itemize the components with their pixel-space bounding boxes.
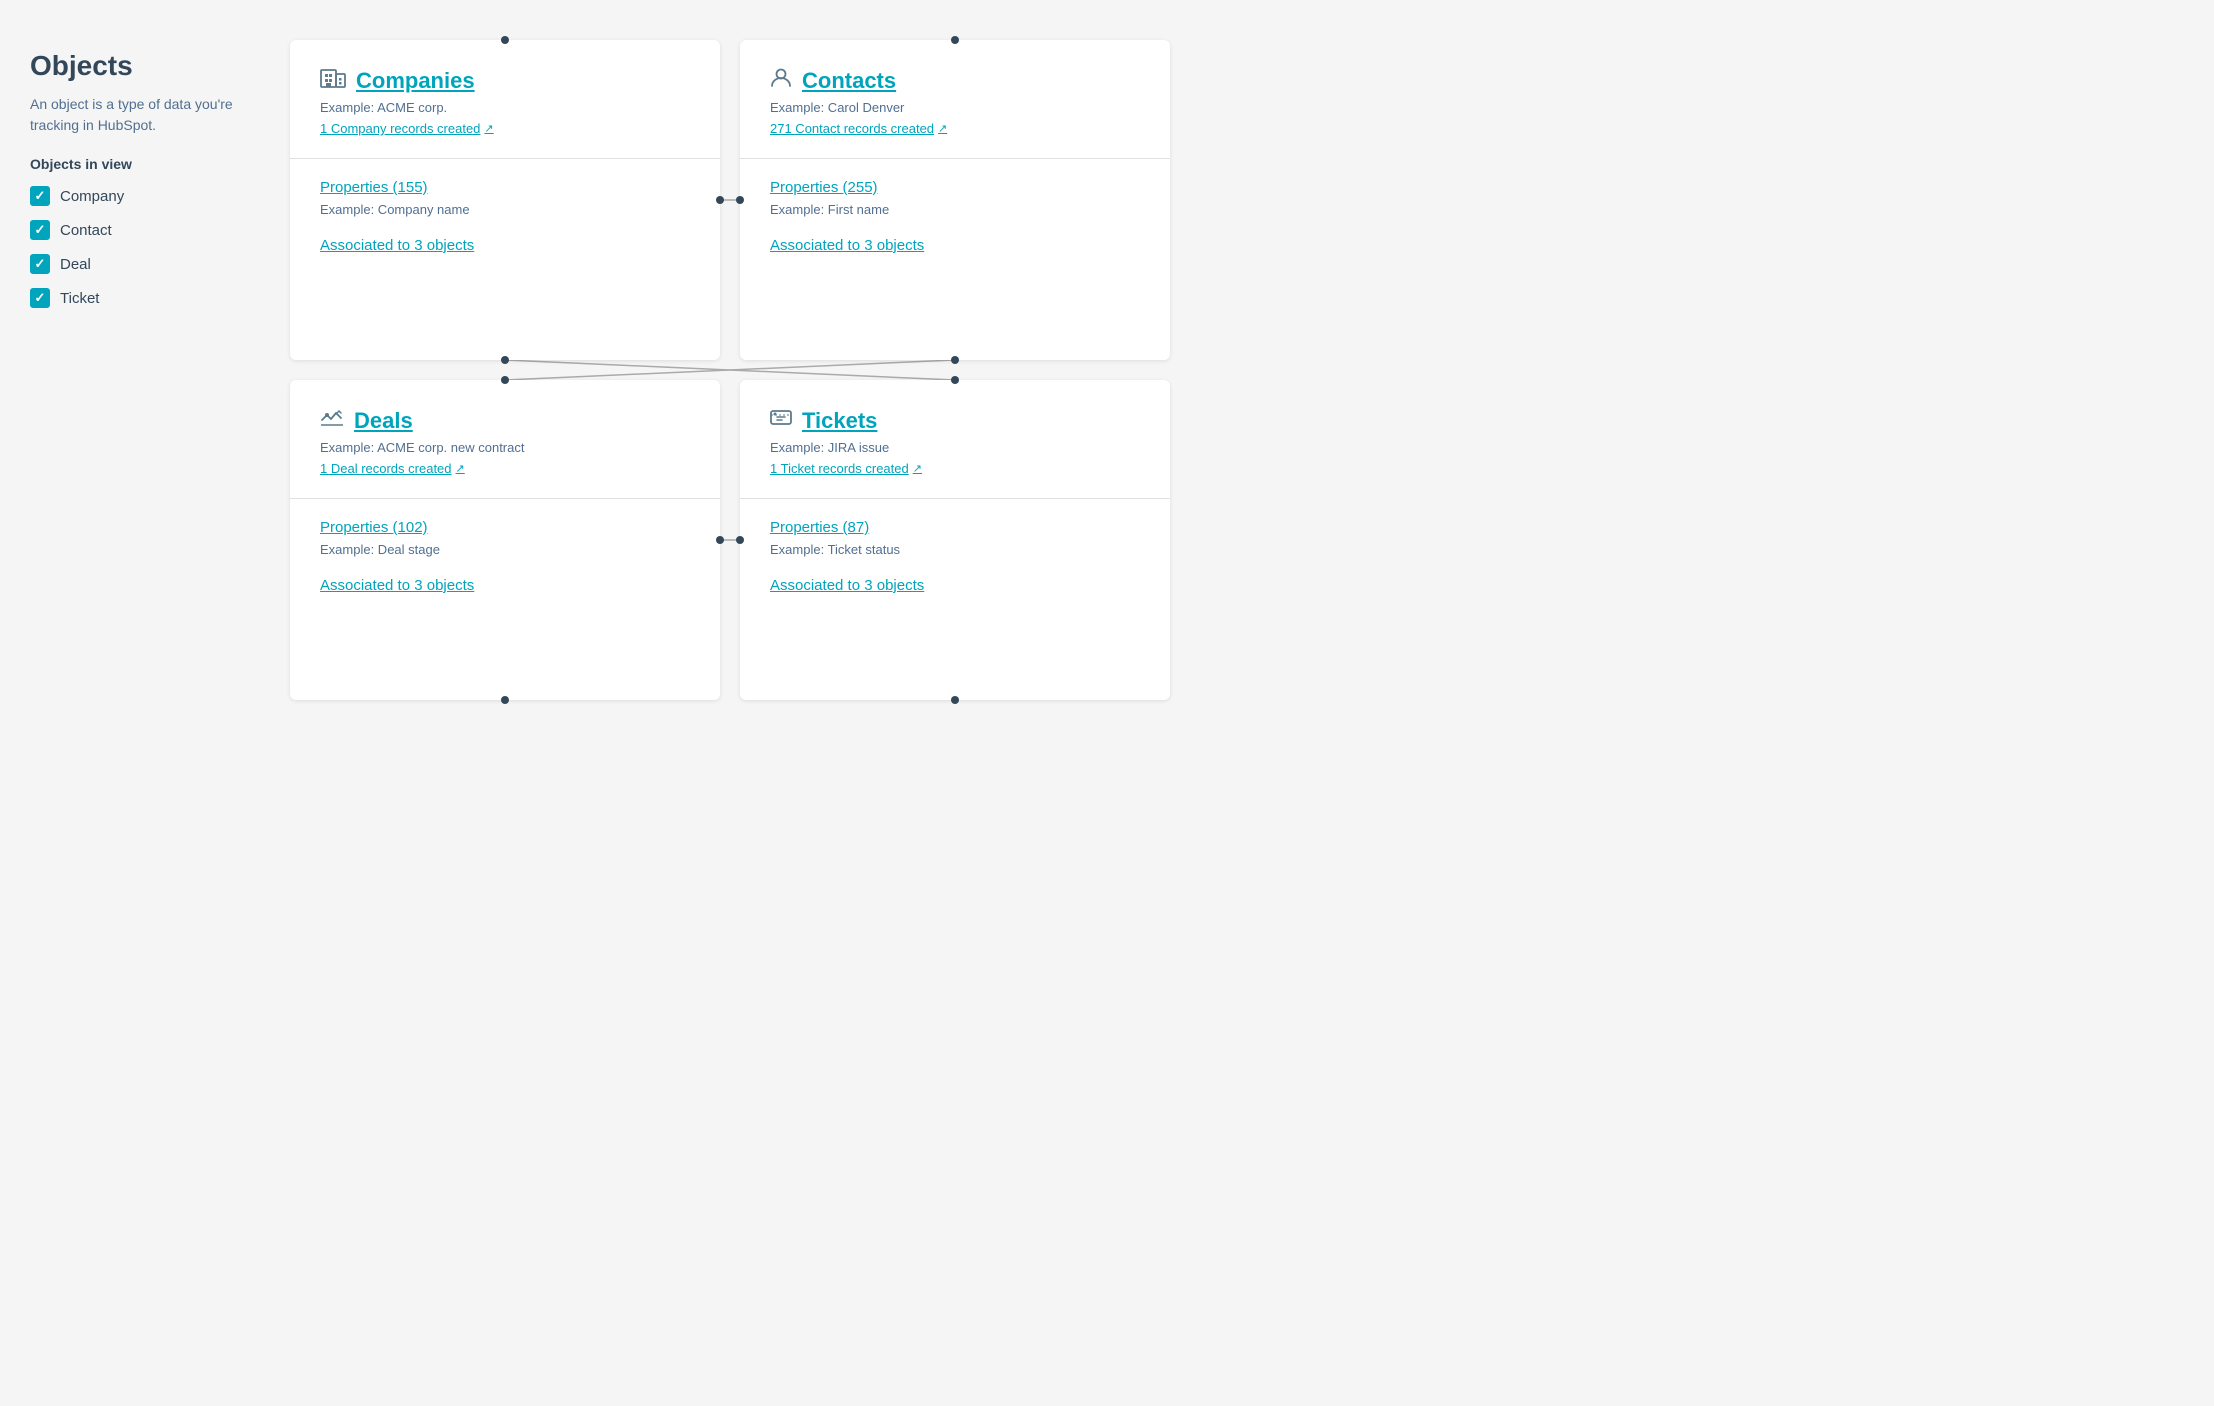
main-diagram: Companies Example: ACME corp. 1 Company … bbox=[290, 40, 1170, 900]
contacts-prop-example: Example: First name bbox=[770, 202, 1140, 217]
contacts-dot-left bbox=[736, 196, 744, 204]
deals-external-icon: ↗ bbox=[456, 462, 465, 475]
contact-checkbox[interactable] bbox=[30, 220, 50, 240]
tickets-dot-bottom bbox=[951, 696, 959, 704]
companies-dot-right bbox=[716, 196, 724, 204]
sidebar-section-title: Objects in view bbox=[30, 156, 250, 172]
contacts-icon bbox=[770, 66, 792, 94]
deals-dot-bottom bbox=[501, 696, 509, 704]
ticket-checkbox[interactable] bbox=[30, 288, 50, 308]
deal-label: Deal bbox=[60, 256, 91, 273]
contacts-header: Contacts bbox=[770, 68, 1140, 94]
tickets-dot-top bbox=[951, 376, 959, 384]
tickets-title[interactable]: Tickets bbox=[802, 408, 877, 434]
tickets-header: Tickets bbox=[770, 408, 1140, 434]
company-label: Company bbox=[60, 188, 124, 205]
tickets-records-link[interactable]: 1 Ticket records created ↗ bbox=[770, 461, 1140, 476]
page-title: Objects bbox=[30, 50, 250, 82]
sidebar: Objects An object is a type of data you'… bbox=[30, 40, 250, 900]
deal-checkbox[interactable] bbox=[30, 254, 50, 274]
deals-dot-right bbox=[716, 536, 724, 544]
tickets-divider bbox=[740, 498, 1170, 499]
deals-example: Example: ACME corp. new contract bbox=[320, 440, 690, 455]
sidebar-item-deal[interactable]: Deal bbox=[30, 254, 250, 274]
companies-dot-top bbox=[501, 36, 509, 44]
contact-label: Contact bbox=[60, 222, 112, 239]
tickets-dot-left bbox=[736, 536, 744, 544]
deals-prop-example: Example: Deal stage bbox=[320, 542, 690, 557]
ticket-label: Ticket bbox=[60, 290, 99, 307]
tickets-properties-link[interactable]: Properties (87) bbox=[770, 519, 1140, 536]
companies-icon bbox=[320, 66, 346, 94]
contacts-associated-link[interactable]: Associated to 3 objects bbox=[770, 237, 924, 254]
contacts-card: Contacts Example: Carol Denver 271 Conta… bbox=[740, 40, 1170, 360]
companies-title[interactable]: Companies bbox=[356, 68, 475, 94]
tickets-icon bbox=[770, 406, 792, 434]
deals-title[interactable]: Deals bbox=[354, 408, 413, 434]
tickets-card: Tickets Example: JIRA issue 1 Ticket rec… bbox=[740, 380, 1170, 700]
deals-properties-link[interactable]: Properties (102) bbox=[320, 519, 690, 536]
tickets-external-icon: ↗ bbox=[913, 462, 922, 475]
company-checkbox[interactable] bbox=[30, 186, 50, 206]
sidebar-item-ticket[interactable]: Ticket bbox=[30, 288, 250, 308]
contacts-dot-bottom bbox=[951, 356, 959, 364]
companies-prop-example: Example: Company name bbox=[320, 202, 690, 217]
contacts-properties-link[interactable]: Properties (255) bbox=[770, 179, 1140, 196]
companies-divider bbox=[290, 158, 720, 159]
contacts-divider bbox=[740, 158, 1170, 159]
deals-card: Deals Example: ACME corp. new contract 1… bbox=[290, 380, 720, 700]
companies-records-link[interactable]: 1 Company records created ↗ bbox=[320, 121, 690, 136]
deals-records-link[interactable]: 1 Deal records created ↗ bbox=[320, 461, 690, 476]
companies-external-icon: ↗ bbox=[484, 122, 493, 135]
tickets-associated-link[interactable]: Associated to 3 objects bbox=[770, 577, 924, 594]
companies-card: Companies Example: ACME corp. 1 Company … bbox=[290, 40, 720, 360]
tickets-prop-example: Example: Ticket status bbox=[770, 542, 1140, 557]
deals-associated-link[interactable]: Associated to 3 objects bbox=[320, 577, 474, 594]
companies-header: Companies bbox=[320, 68, 690, 94]
deals-dot-top bbox=[501, 376, 509, 384]
companies-associated-link[interactable]: Associated to 3 objects bbox=[320, 237, 474, 254]
sidebar-item-contact[interactable]: Contact bbox=[30, 220, 250, 240]
companies-dot-bottom bbox=[501, 356, 509, 364]
cards-grid: Companies Example: ACME corp. 1 Company … bbox=[290, 40, 1170, 700]
deals-header: Deals bbox=[320, 408, 690, 434]
contacts-dot-top bbox=[951, 36, 959, 44]
diagram-area: Companies Example: ACME corp. 1 Company … bbox=[290, 40, 1170, 900]
contacts-external-icon: ↗ bbox=[938, 122, 947, 135]
deals-icon bbox=[320, 406, 344, 434]
deals-divider bbox=[290, 498, 720, 499]
contacts-title[interactable]: Contacts bbox=[802, 68, 896, 94]
sidebar-description: An object is a type of data you're track… bbox=[30, 94, 250, 136]
companies-properties-link[interactable]: Properties (155) bbox=[320, 179, 690, 196]
companies-example: Example: ACME corp. bbox=[320, 100, 690, 115]
contacts-records-link[interactable]: 271 Contact records created ↗ bbox=[770, 121, 1140, 136]
contacts-example: Example: Carol Denver bbox=[770, 100, 1140, 115]
tickets-example: Example: JIRA issue bbox=[770, 440, 1140, 455]
sidebar-item-company[interactable]: Company bbox=[30, 186, 250, 206]
